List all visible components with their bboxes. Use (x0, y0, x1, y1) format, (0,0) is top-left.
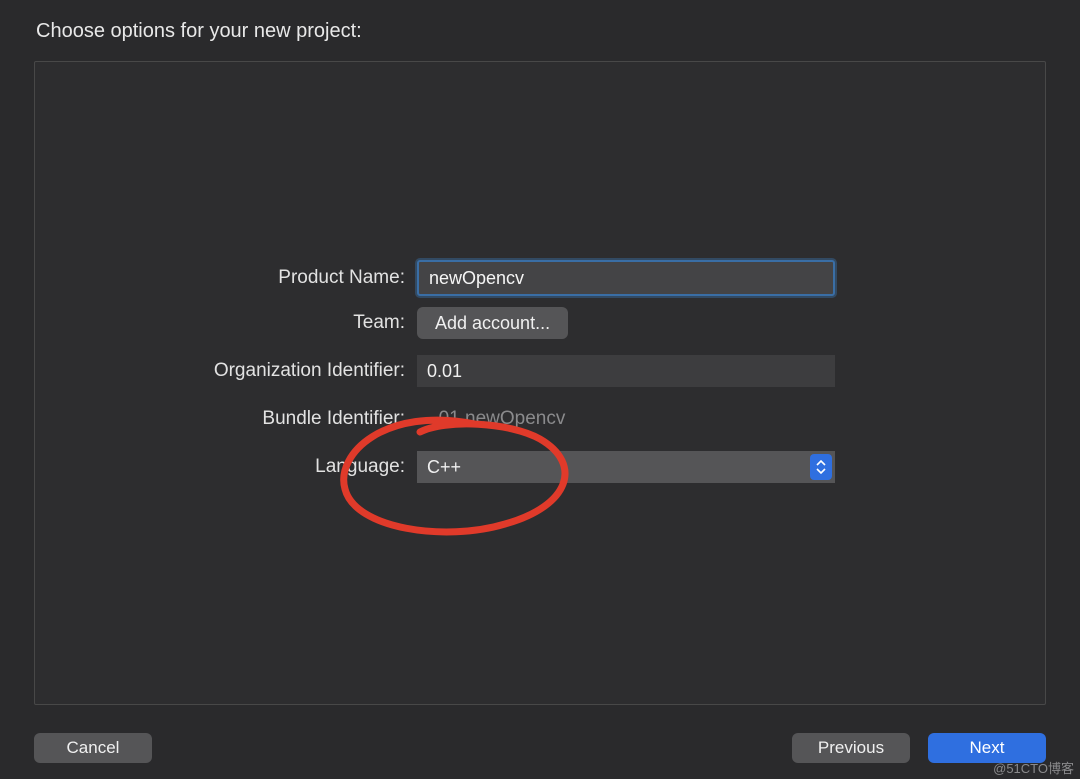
organization-identifier-input[interactable] (417, 355, 835, 387)
add-account-button[interactable]: Add account... (417, 307, 568, 339)
row-team: Team: Add account... (35, 306, 1045, 340)
dialog-footer: Cancel Previous Next (0, 717, 1080, 779)
row-language: Language: C++ (35, 450, 1045, 484)
cancel-button[interactable]: Cancel (34, 733, 152, 763)
bundle-identifier-label: Bundle Identifier: (35, 408, 417, 430)
dialog-title: Choose options for your new project: (0, 0, 1080, 53)
language-select[interactable]: C++ (417, 451, 835, 483)
previous-button[interactable]: Previous (792, 733, 910, 763)
organization-identifier-label: Organization Identifier: (35, 360, 417, 382)
project-options-form: Product Name: Team: Add account... Organ… (35, 258, 1045, 498)
product-name-label: Product Name: (35, 267, 417, 289)
row-product-name: Product Name: (35, 258, 1045, 298)
language-select-value: C++ (417, 457, 810, 478)
team-label: Team: (35, 312, 417, 334)
bundle-identifier-value: -.01.newOpencv (417, 408, 565, 429)
content-frame: Product Name: Team: Add account... Organ… (34, 61, 1046, 705)
watermark: @51CTO博客 (993, 758, 1074, 777)
row-bundle-identifier: Bundle Identifier: -.01.newOpencv (35, 402, 1045, 436)
language-label: Language: (35, 456, 417, 478)
product-name-input[interactable] (417, 260, 835, 296)
chevron-up-down-icon (810, 454, 832, 480)
row-organization-identifier: Organization Identifier: (35, 354, 1045, 388)
